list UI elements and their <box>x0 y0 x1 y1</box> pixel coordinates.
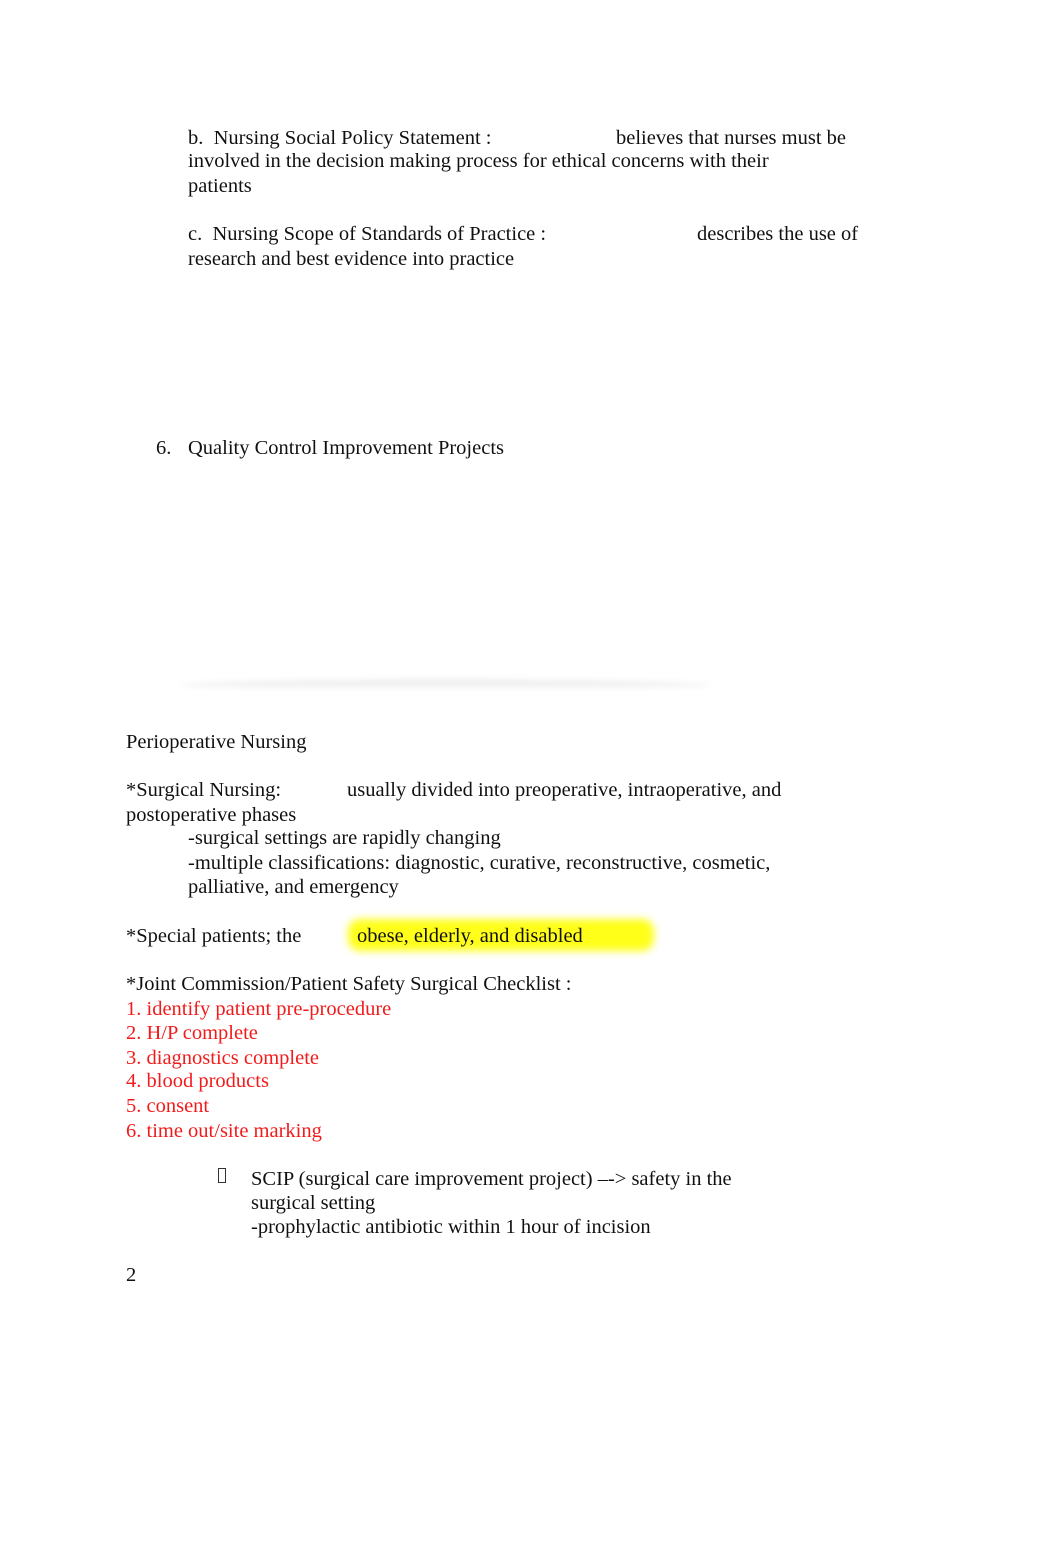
special-patients-highlighted-text: obese, elderly, and disabled <box>357 925 583 947</box>
checklist-item: 6. time out/site marking <box>126 1120 322 1142</box>
surgical-nursing-label: *Surgical Nursing: <box>126 779 282 801</box>
checklist-item: 2. H/P complete <box>126 1022 258 1044</box>
item-c-text-line1: describes the use of <box>697 223 859 245</box>
special-patients-label: *Special patients; the <box>126 925 302 947</box>
bullet-icon <box>218 1168 226 1183</box>
scip-line3: -prophylactic antibiotic within 1 hour o… <box>251 1216 651 1238</box>
surgical-nursing-sub-item: -surgical settings are rapidly changing <box>188 827 501 849</box>
checklist-item: 1. identify patient pre-procedure <box>126 998 392 1020</box>
checklist-item: 5. consent <box>126 1095 210 1117</box>
surgical-nursing-sub-item: -multiple classifications: diagnostic, c… <box>188 852 771 874</box>
section-6-title: Quality Control Improvement Projects <box>188 437 504 459</box>
surgical-nursing-text-line1: usually divided into preoperative, intra… <box>347 779 782 801</box>
scip-line1: SCIP (surgical care improvement project)… <box>251 1168 732 1190</box>
checklist-title: *Joint Commission/Patient Safety Surgica… <box>126 973 572 995</box>
item-b-text-line2: involved in the decision making process … <box>188 150 769 172</box>
page-break-shadow <box>180 680 710 690</box>
checklist-item: 4. blood products <box>126 1070 269 1092</box>
surgical-nursing-text-line2: postoperative phases <box>126 804 297 826</box>
page-number: 2 <box>126 1264 137 1286</box>
scip-line2: surgical setting <box>251 1192 376 1214</box>
perioperative-heading: Perioperative Nursing <box>126 731 307 753</box>
item-c-label: c. Nursing Scope of Standards of Practic… <box>188 223 547 245</box>
checklist-item: 3. diagnostics complete <box>126 1047 319 1069</box>
item-b-text-line3: patients <box>188 175 252 197</box>
surgical-nursing-sub-item: palliative, and emergency <box>188 876 399 898</box>
item-c-text-line2: research and best evidence into practice <box>188 248 515 270</box>
item-b-text-line1: believes that nurses must be <box>616 127 847 149</box>
item-b-label: b. Nursing Social Policy Statement : <box>188 127 492 149</box>
section-6-number: 6. <box>156 437 172 459</box>
